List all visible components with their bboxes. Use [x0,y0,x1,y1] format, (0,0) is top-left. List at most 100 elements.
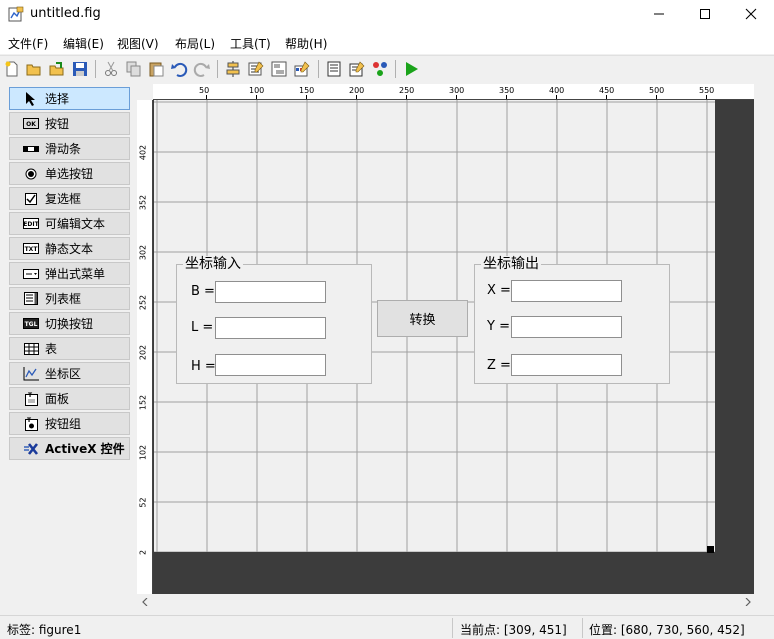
menu-editor-icon[interactable] [247,60,265,78]
ruler-top-tick [306,95,307,99]
palette-edit-text[interactable]: EDIT 可编辑文本 [9,212,130,235]
ruler-left-label: 302 [138,244,148,261]
checkbox-icon [23,192,39,206]
palette-label: 可编辑文本 [45,217,106,231]
label-x: X = [487,283,511,298]
ruler-top-tick [206,95,207,99]
scroll-left-icon[interactable] [141,598,149,606]
minimize-button[interactable] [636,0,682,28]
palette-arrow-pointer[interactable]: 选择 [9,87,130,110]
toolbar-separator [318,60,319,78]
palette-panel[interactable]: T 面板 [9,387,130,410]
minimize-icon [654,13,664,15]
ruler-top-label: 350 [499,86,515,95]
edit-y[interactable] [511,316,622,338]
status-tag: 标签: figure1 [7,623,82,637]
ruler-top-label: 50 [199,86,210,95]
palette-toggle-button[interactable]: TGL 切换按钮 [9,312,130,335]
editor-icon[interactable] [325,60,343,78]
ruler-top-tick [556,95,557,99]
toolbar-separator [395,60,396,78]
ruler-top-tick [656,95,657,99]
open-icon[interactable] [25,60,43,78]
ruler-left-label: 2 [138,549,148,556]
edit-h[interactable] [215,354,326,376]
palette-static-text[interactable]: TXT 静态文本 [9,237,130,260]
redo-icon[interactable] [193,60,211,78]
convert-button[interactable]: 转换 [377,300,468,337]
ruler-top-label: 400 [549,86,565,95]
vertical-ruler: 402 352 302 252 202 152 102 52 2 [137,100,153,594]
palette-pushbutton[interactable]: OK 按钮 [9,112,130,135]
palette-slider[interactable]: 滑动条 [9,137,130,160]
edit-z[interactable] [511,354,622,376]
cut-icon[interactable] [102,60,120,78]
palette-table[interactable]: 表 [9,337,130,360]
palette-label: 坐标区 [45,367,82,381]
popup-menu-icon [23,267,39,281]
menu-tools[interactable]: 工具(T) [230,35,271,52]
toolbar-editor-icon[interactable] [293,60,311,78]
edit-x[interactable] [511,280,622,302]
palette-label: 复选框 [45,192,82,206]
align-icon[interactable] [224,60,242,78]
button-group-icon: T [23,417,39,431]
palette-axes[interactable]: 坐标区 [9,362,130,385]
palette-checkbox[interactable]: 复选框 [9,187,130,210]
figure-resize-handle[interactable] [707,546,714,553]
tab-order-icon[interactable] [270,60,288,78]
input-panel[interactable]: 坐标输入 B = L = H = [176,256,372,384]
output-panel-title: 坐标输出 [481,256,541,272]
menu-view[interactable]: 视图(V) [117,35,159,52]
label-b: B = [191,284,215,299]
ruler-top-tick [456,95,457,99]
status-bar: 标签: figure1 当前点: [309, 451] 位置: [680, 73… [0,615,774,639]
status-position: 位置: [680, 730, 560, 452] [589,623,745,637]
ruler-top-label: 300 [449,86,465,95]
scroll-right-icon[interactable] [744,598,752,606]
palette-button-group[interactable]: T 按钮组 [9,412,130,435]
close-button[interactable] [728,0,774,28]
undo-icon[interactable] [170,60,188,78]
ruler-top-label: 500 [649,86,665,95]
toolbar [0,55,774,81]
new-icon[interactable] [3,60,21,78]
palette-popup-menu[interactable]: 弹出式菜单 [9,262,130,285]
static-text-icon: TXT [23,242,39,256]
menu-file[interactable]: 文件(F) [8,35,48,52]
edit-b[interactable] [215,281,326,303]
arrow-pointer-icon [23,91,39,106]
figure-area[interactable]: 坐标输入 B = L = H = 转换 坐标输出 X = Y = Z = [154,100,715,552]
palette-radio-button[interactable]: 单选按钮 [9,162,130,185]
menu-layout[interactable]: 布局(L) [175,35,215,52]
layout-canvas[interactable]: 坐标输入 B = L = H = 转换 坐标输出 X = Y = Z = [153,100,754,594]
svg-text:OK: OK [26,121,36,128]
ruler-top-tick [406,95,407,99]
edit-l[interactable] [215,317,326,339]
activex-icon [23,442,39,456]
svg-text:TXT: TXT [25,246,39,253]
menu-help[interactable]: 帮助(H) [285,35,327,52]
object-browser-icon[interactable] [371,60,389,78]
horizontal-scrollbar[interactable] [137,594,762,610]
output-panel[interactable]: 坐标输出 X = Y = Z = [474,256,670,384]
palette-listbox[interactable]: 列表框 [9,287,130,310]
save-icon[interactable] [71,60,89,78]
menu-edit[interactable]: 编辑(E) [63,35,104,52]
property-inspector-icon[interactable] [348,60,366,78]
paste-icon[interactable] [147,60,165,78]
palette-label: ActiveX 控件 [45,442,125,456]
maximize-button[interactable] [682,0,728,28]
status-divider [582,618,583,638]
pushbutton-icon: OK [23,117,39,131]
copy-icon[interactable] [124,60,142,78]
run-icon[interactable] [402,60,420,78]
ruler-top-tick [606,95,607,99]
save-figure-icon[interactable] [48,60,66,78]
label-l: L = [191,320,214,335]
ruler-top-label: 450 [599,86,615,95]
title-bar: untitled.fig [0,0,774,30]
ruler-top-tick [356,95,357,99]
ruler-left-label: 352 [138,194,148,211]
palette-activex[interactable]: ActiveX 控件 [9,437,130,460]
